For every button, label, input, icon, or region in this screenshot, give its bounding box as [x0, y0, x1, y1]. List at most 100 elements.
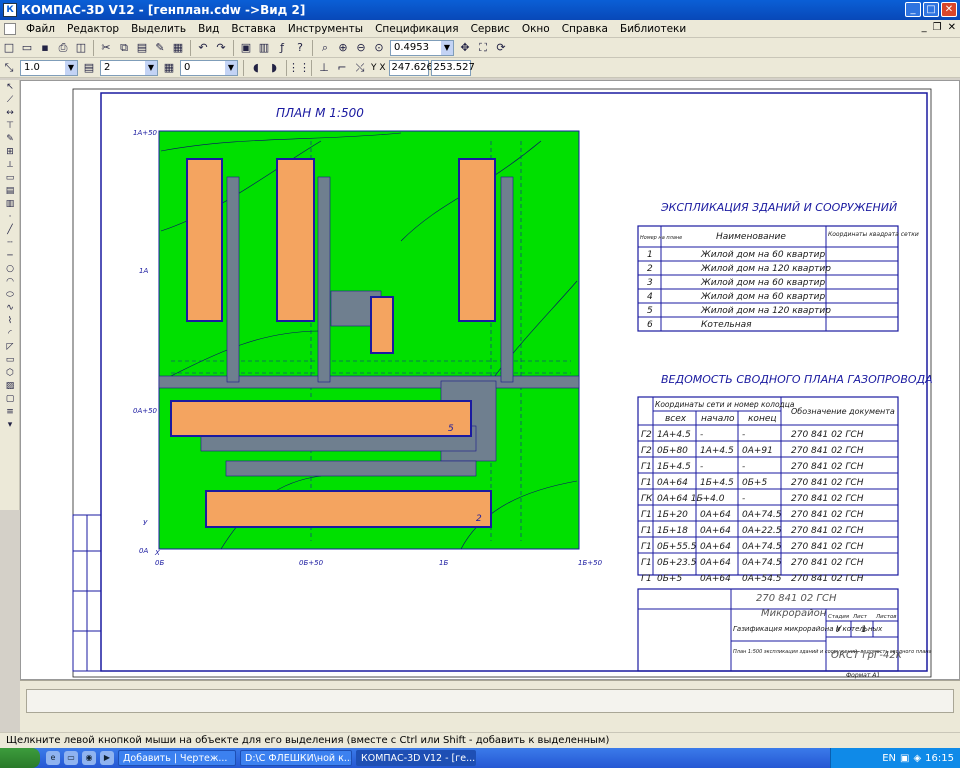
function-icon[interactable]: ƒ — [274, 40, 290, 56]
refresh-icon[interactable]: ⟳ — [493, 40, 509, 56]
spline-icon[interactable]: ∿ — [2, 301, 18, 314]
polyline-icon[interactable]: ⌇ — [2, 314, 18, 327]
ie-icon[interactable]: e — [46, 751, 60, 765]
menu-help[interactable]: Справка — [556, 23, 614, 35]
preview-icon[interactable]: ◫ — [73, 40, 89, 56]
close-button[interactable]: ✕ — [941, 2, 957, 17]
magnet-icon[interactable]: ◖ — [248, 60, 264, 76]
chrome-icon[interactable]: ◉ — [82, 751, 96, 765]
cursor-coords-icon[interactable]: ⤯ — [352, 60, 368, 76]
pan-icon[interactable]: ✥ — [457, 40, 473, 56]
ellipse-icon[interactable]: ⬭ — [2, 288, 18, 301]
layer-combo[interactable]: 2 ▼ — [100, 59, 158, 76]
menu-libraries[interactable]: Библиотеки — [614, 23, 692, 35]
reports-icon[interactable]: ▥ — [2, 197, 18, 210]
zoom-in-icon[interactable]: ⊕ — [335, 40, 351, 56]
fillet-icon[interactable]: ◜ — [2, 327, 18, 340]
zoom-window-icon[interactable]: ⌕ — [317, 40, 333, 56]
style-combo[interactable]: 0 ▼ — [180, 59, 238, 76]
zoom-combo[interactable]: 0.4953 ▼ — [390, 39, 454, 56]
chamfer-icon[interactable]: ◸ — [2, 340, 18, 353]
zoom-out-icon[interactable]: ⊖ — [353, 40, 369, 56]
open-icon[interactable]: ▭ — [19, 40, 35, 56]
point-icon[interactable]: · — [2, 210, 18, 223]
local-cs-icon[interactable]: ⊥ — [316, 60, 332, 76]
menu-service[interactable]: Сервис — [465, 23, 516, 35]
desktop-icon[interactable]: ▭ — [64, 751, 78, 765]
menu-select[interactable]: Выделить — [125, 23, 192, 35]
zoom-scale-icon[interactable]: ⊙ — [371, 40, 387, 56]
properties-icon[interactable]: ▦ — [170, 40, 186, 56]
media-icon[interactable]: ▶ — [100, 751, 114, 765]
select-icon[interactable]: ↖ — [2, 80, 18, 93]
minimize-button[interactable]: _ — [905, 2, 921, 17]
start-button[interactable] — [0, 748, 40, 768]
drawing-canvas[interactable]: ПЛАН М 1:500 5 2 1А+50 1А 0А+50 0А 0Б 0Б… — [20, 80, 960, 680]
save-icon[interactable]: ▪ — [37, 40, 53, 56]
equidistant-icon[interactable]: ≡ — [2, 405, 18, 418]
cut-icon[interactable]: ✂ — [98, 40, 114, 56]
doc-restore-button[interactable]: ❐ — [933, 22, 942, 33]
parametric-icon[interactable]: ⊞ — [2, 145, 18, 158]
stamp-org: ОКСТ грГ-42к — [831, 650, 902, 661]
show-all-icon[interactable]: ⛶ — [475, 40, 491, 56]
table-cell: - — [742, 462, 745, 472]
print-icon[interactable]: ⎙ — [55, 40, 71, 56]
properties-panel — [20, 680, 960, 732]
volume-icon[interactable]: ◈ — [913, 753, 921, 764]
snap-icon[interactable]: ◗ — [266, 60, 282, 76]
menu-tools[interactable]: Инструменты — [282, 23, 369, 35]
selection-icon[interactable]: ▭ — [2, 171, 18, 184]
help-icon[interactable]: ? — [292, 40, 308, 56]
contour-icon[interactable]: ▢ — [2, 392, 18, 405]
properties-area[interactable] — [26, 689, 954, 713]
grid-icon[interactable]: ⋮⋮ — [288, 60, 310, 76]
maximize-button[interactable]: □ — [923, 2, 939, 17]
geometry-icon[interactable]: ⟋ — [2, 93, 18, 106]
polygon-icon[interactable]: ⬡ — [2, 366, 18, 379]
menu-view[interactable]: Вид — [192, 23, 225, 35]
arc-icon[interactable]: ◠ — [2, 275, 18, 288]
rect-icon[interactable]: ▭ — [2, 353, 18, 366]
coord-y-field[interactable]: 253.527 — [430, 59, 475, 76]
undo-icon[interactable]: ↶ — [195, 40, 211, 56]
doc-close-button[interactable]: ✕ — [948, 22, 956, 33]
menu-spec[interactable]: Спецификация — [369, 23, 465, 35]
table-cell: Жилой дом на 60 квартир — [700, 278, 826, 288]
circle-icon[interactable]: ○ — [2, 262, 18, 275]
dimensions-icon[interactable]: ↔ — [2, 106, 18, 119]
new-icon[interactable]: □ — [1, 40, 17, 56]
auxline-icon[interactable]: ┄ — [2, 236, 18, 249]
hatch-icon[interactable]: ▨ — [2, 379, 18, 392]
language-indicator[interactable]: EN — [882, 753, 896, 764]
scale-combo[interactable]: 1.0 ▼ — [20, 59, 78, 76]
menu-edit[interactable]: Редактор — [61, 23, 125, 35]
paste-icon[interactable]: ▤ — [134, 40, 150, 56]
document-icon[interactable] — [4, 22, 16, 35]
ortho-icon[interactable]: ⌐ — [334, 60, 350, 76]
task-button[interactable]: D:\С ФЛЕШКИ\ной к... — [240, 750, 352, 766]
menu-file[interactable]: Файл — [20, 23, 61, 35]
network-icon[interactable]: ▣ — [900, 753, 909, 764]
line-icon[interactable]: ╱ — [2, 223, 18, 236]
symbols-icon[interactable]: ⊤ — [2, 119, 18, 132]
format-brush-icon[interactable]: ✎ — [152, 40, 168, 56]
doc-minimize-button[interactable]: _ — [922, 22, 927, 33]
coord-x-field[interactable]: 247.626 — [388, 59, 433, 76]
menu-insert[interactable]: Вставка — [225, 23, 282, 35]
stamp-stage: У — [836, 625, 842, 635]
library-icon[interactable]: ▥ — [256, 40, 272, 56]
task-button[interactable]: КОМПАС-3D V12 - [ге... — [356, 750, 476, 766]
more-tools-icon[interactable]: ▾ — [2, 418, 18, 431]
measure-icon[interactable]: ⟂ — [2, 158, 18, 171]
spec-icon[interactable]: ▤ — [2, 184, 18, 197]
manager-icon[interactable]: ▣ — [238, 40, 254, 56]
redo-icon[interactable]: ↷ — [213, 40, 229, 56]
menu-window[interactable]: Окно — [516, 23, 556, 35]
drawing-sheet: ПЛАН М 1:500 5 2 1А+50 1А 0А+50 0А 0Б 0Б… — [72, 88, 933, 679]
grid-label: 1А+50 — [133, 129, 158, 137]
task-button[interactable]: Добавить | Чертеж... — [118, 750, 236, 766]
copy-icon[interactable]: ⧉ — [116, 40, 132, 56]
edit-icon[interactable]: ✎ — [2, 132, 18, 145]
segment-icon[interactable]: ─ — [2, 249, 18, 262]
